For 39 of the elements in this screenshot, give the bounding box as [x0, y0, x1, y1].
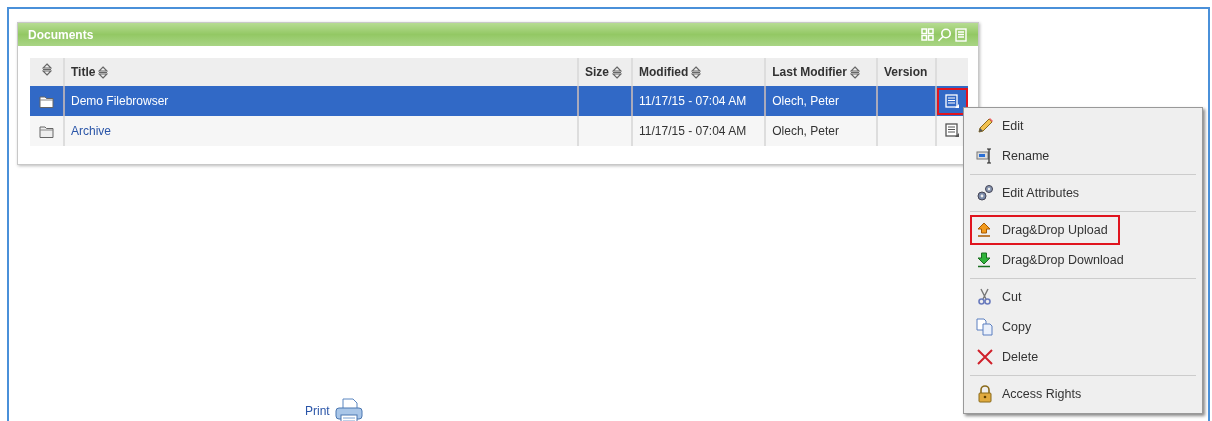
folder-icon: [39, 124, 54, 140]
menu-item[interactable]: Edit: [970, 111, 1030, 141]
menu-item[interactable]: Access Rights: [970, 379, 1088, 409]
gears-icon: [976, 184, 994, 202]
column-header: Version: [884, 64, 928, 81]
column-header: Modified: [639, 64, 689, 81]
menu-item[interactable]: Rename: [970, 141, 1056, 171]
panel-title: Documents: [28, 26, 94, 44]
print-link[interactable]: Print: [305, 402, 330, 420]
sort-icon[interactable]: [41, 63, 52, 76]
sort-icon[interactable]: [691, 65, 702, 79]
table-cell: 11/17/15 - 07:04 AM: [639, 124, 747, 138]
menu-item[interactable]: Cut: [970, 282, 1028, 312]
column-header: Title: [71, 64, 96, 81]
menu-item[interactable]: Drag&Drop Upload: [970, 215, 1120, 245]
sort-icon[interactable]: [98, 65, 109, 79]
table-cell: 11/17/15 - 07:04 AM: [639, 94, 747, 108]
table-cell: Olech, Peter: [772, 124, 839, 138]
folder-link[interactable]: Archive: [71, 124, 111, 138]
document-menu-icon: [945, 93, 960, 109]
column-header: Last Modifier: [772, 64, 847, 81]
rename-icon: [976, 147, 994, 165]
lock-icon: [976, 385, 994, 403]
printer-icon[interactable]: [333, 397, 364, 421]
pencil-icon: [976, 117, 994, 135]
menu-item[interactable]: Drag&Drop Download: [970, 245, 1130, 275]
menu-item[interactable]: Copy: [970, 312, 1038, 342]
sort-icon[interactable]: [612, 65, 622, 79]
folder-icon: [39, 94, 54, 110]
delete-icon: [976, 348, 994, 366]
table-cell: Olech, Peter: [772, 94, 839, 108]
scissors-icon: [976, 288, 994, 306]
sort-icon[interactable]: [849, 65, 860, 79]
menu-item[interactable]: Delete: [970, 342, 1045, 372]
folder-link[interactable]: Demo Filebrowser: [71, 94, 169, 108]
copy-icon: [976, 318, 994, 336]
menu-item[interactable]: Edit Attributes: [970, 178, 1086, 208]
column-header: Size: [585, 64, 609, 81]
document-menu-icon: [945, 123, 960, 138]
